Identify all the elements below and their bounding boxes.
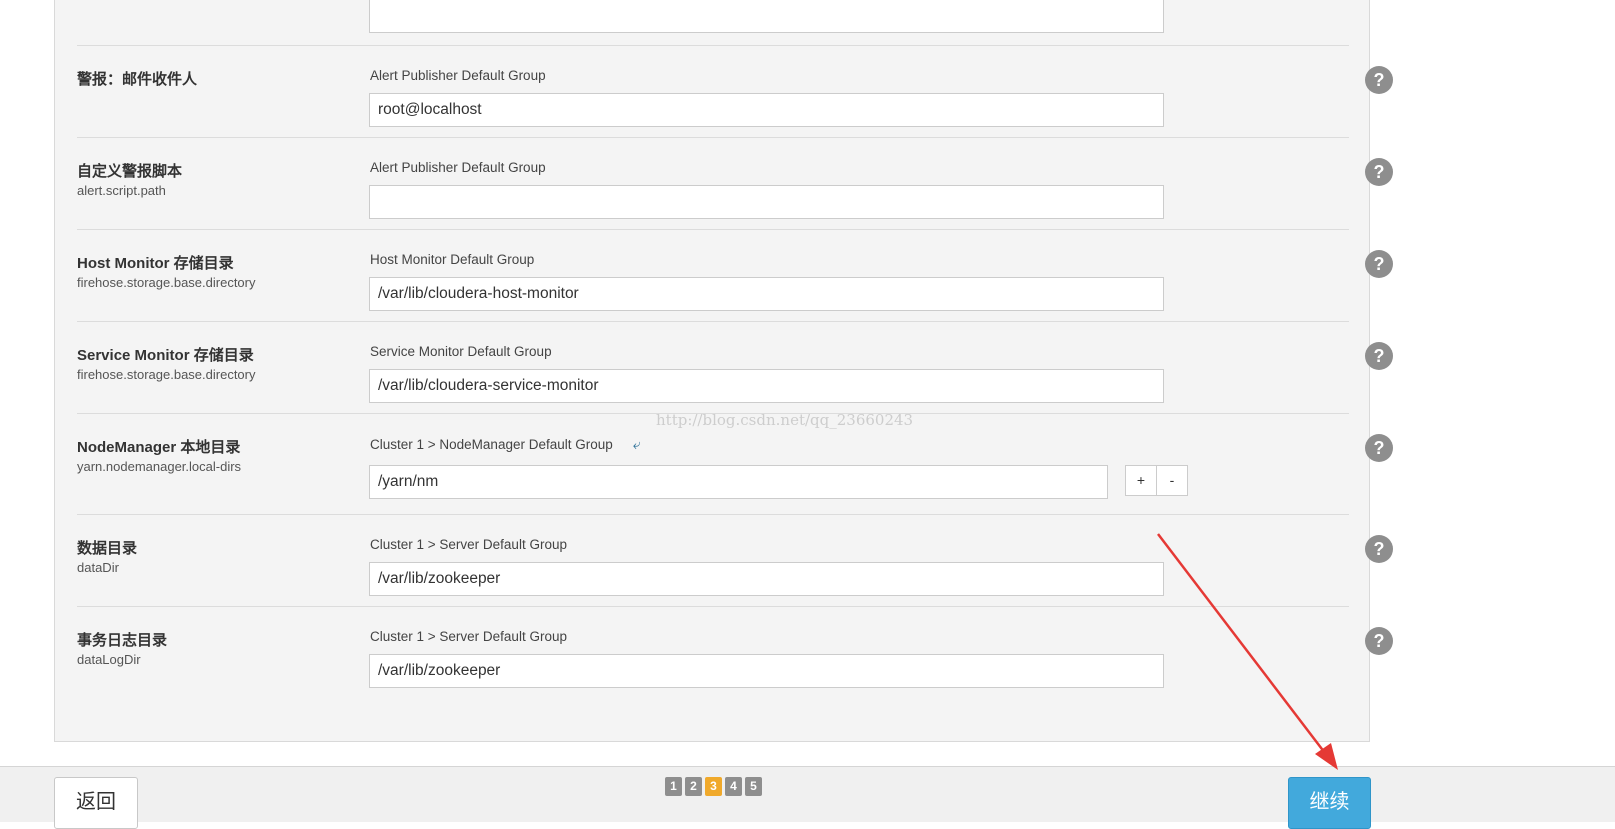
step-4[interactable]: 4 bbox=[725, 777, 742, 796]
help-icon[interactable]: ? bbox=[1365, 627, 1393, 655]
setting-title: 警报：邮件收件人 bbox=[77, 71, 198, 88]
config-row-service-monitor: Service Monitor 存储目录 firehose.storage.ba… bbox=[77, 322, 1393, 414]
step-3-current[interactable]: 3 bbox=[705, 777, 722, 796]
setting-group: Alert Publisher Default Group bbox=[370, 68, 546, 83]
setting-group-label: Cluster 1 > NodeManager Default Group bbox=[370, 437, 613, 452]
setting-key: yarn.nodemanager.local-dirs bbox=[77, 459, 242, 474]
config-panel: 警报：邮件收件人 Alert Publisher Default Group ?… bbox=[54, 0, 1393, 742]
wizard-footer: 返回 1 2 3 4 5 继续 bbox=[0, 766, 1615, 829]
step-5[interactable]: 5 bbox=[745, 777, 762, 796]
setting-group: Host Monitor Default Group bbox=[370, 252, 535, 267]
help-icon[interactable]: ? bbox=[1365, 158, 1393, 186]
setting-title: 事务日志目录 bbox=[77, 632, 168, 649]
host-monitor-dir-input[interactable] bbox=[369, 277, 1164, 311]
back-button[interactable]: 返回 bbox=[54, 777, 138, 829]
config-row-host-monitor: Host Monitor 存储目录 firehose.storage.base.… bbox=[77, 230, 1393, 322]
setting-group: Cluster 1 > Server Default Group bbox=[370, 629, 567, 644]
datalogdir-input[interactable] bbox=[369, 654, 1164, 688]
help-icon[interactable]: ? bbox=[1365, 535, 1393, 563]
service-monitor-dir-input[interactable] bbox=[369, 369, 1164, 403]
help-icon[interactable]: ? bbox=[1365, 250, 1393, 278]
setting-key: dataDir bbox=[77, 560, 119, 575]
setting-title: NodeManager 本地目录 bbox=[77, 439, 241, 456]
config-row-alert-recipients: 警报：邮件收件人 Alert Publisher Default Group ? bbox=[77, 46, 1393, 138]
step-pager: 1 2 3 4 5 bbox=[665, 777, 762, 796]
revert-icon[interactable]: ⤶ bbox=[633, 436, 641, 453]
setting-key: alert.script.path bbox=[77, 183, 166, 198]
setting-title: Host Monitor 存储目录 bbox=[77, 255, 234, 272]
config-row-top-input[interactable] bbox=[369, 0, 1164, 33]
setting-title: 数据目录 bbox=[77, 540, 138, 557]
config-row-datadir: 数据目录 dataDir Cluster 1 > Server Default … bbox=[77, 515, 1393, 607]
continue-button[interactable]: 继续 bbox=[1288, 777, 1371, 829]
step-2[interactable]: 2 bbox=[685, 777, 702, 796]
setting-group: Cluster 1 > NodeManager Default Group ⤶ bbox=[370, 436, 641, 453]
help-icon[interactable]: ? bbox=[1365, 434, 1393, 462]
config-row-datalogdir: 事务日志目录 dataLogDir Cluster 1 > Server Def… bbox=[77, 607, 1393, 699]
help-icon[interactable]: ? bbox=[1365, 342, 1393, 370]
setting-key: dataLogDir bbox=[77, 652, 141, 667]
setting-group: Cluster 1 > Server Default Group bbox=[370, 537, 567, 552]
nodemanager-dir-input[interactable] bbox=[369, 465, 1108, 499]
config-row-top bbox=[77, 0, 1349, 46]
setting-group: Alert Publisher Default Group bbox=[370, 160, 546, 175]
alert-script-input[interactable] bbox=[369, 185, 1164, 219]
setting-title: 自定义警报脚本 bbox=[77, 163, 183, 180]
setting-title: Service Monitor 存储目录 bbox=[77, 347, 254, 364]
add-value-button[interactable]: + bbox=[1125, 465, 1157, 496]
setting-group: Service Monitor Default Group bbox=[370, 344, 552, 359]
datadir-input[interactable] bbox=[369, 562, 1164, 596]
help-icon[interactable]: ? bbox=[1365, 66, 1393, 94]
remove-value-button[interactable]: - bbox=[1156, 465, 1188, 496]
setting-key: firehose.storage.base.directory bbox=[77, 367, 256, 382]
config-row-alert-script: 自定义警报脚本 alert.script.path Alert Publishe… bbox=[77, 138, 1393, 230]
alert-recipients-input[interactable] bbox=[369, 93, 1164, 127]
step-1[interactable]: 1 bbox=[665, 777, 682, 796]
config-row-nodemanager: NodeManager 本地目录 yarn.nodemanager.local-… bbox=[77, 414, 1393, 515]
setting-key: firehose.storage.base.directory bbox=[77, 275, 256, 290]
watermark: http://blog.csdn.net/qq_23660243 bbox=[656, 411, 914, 429]
